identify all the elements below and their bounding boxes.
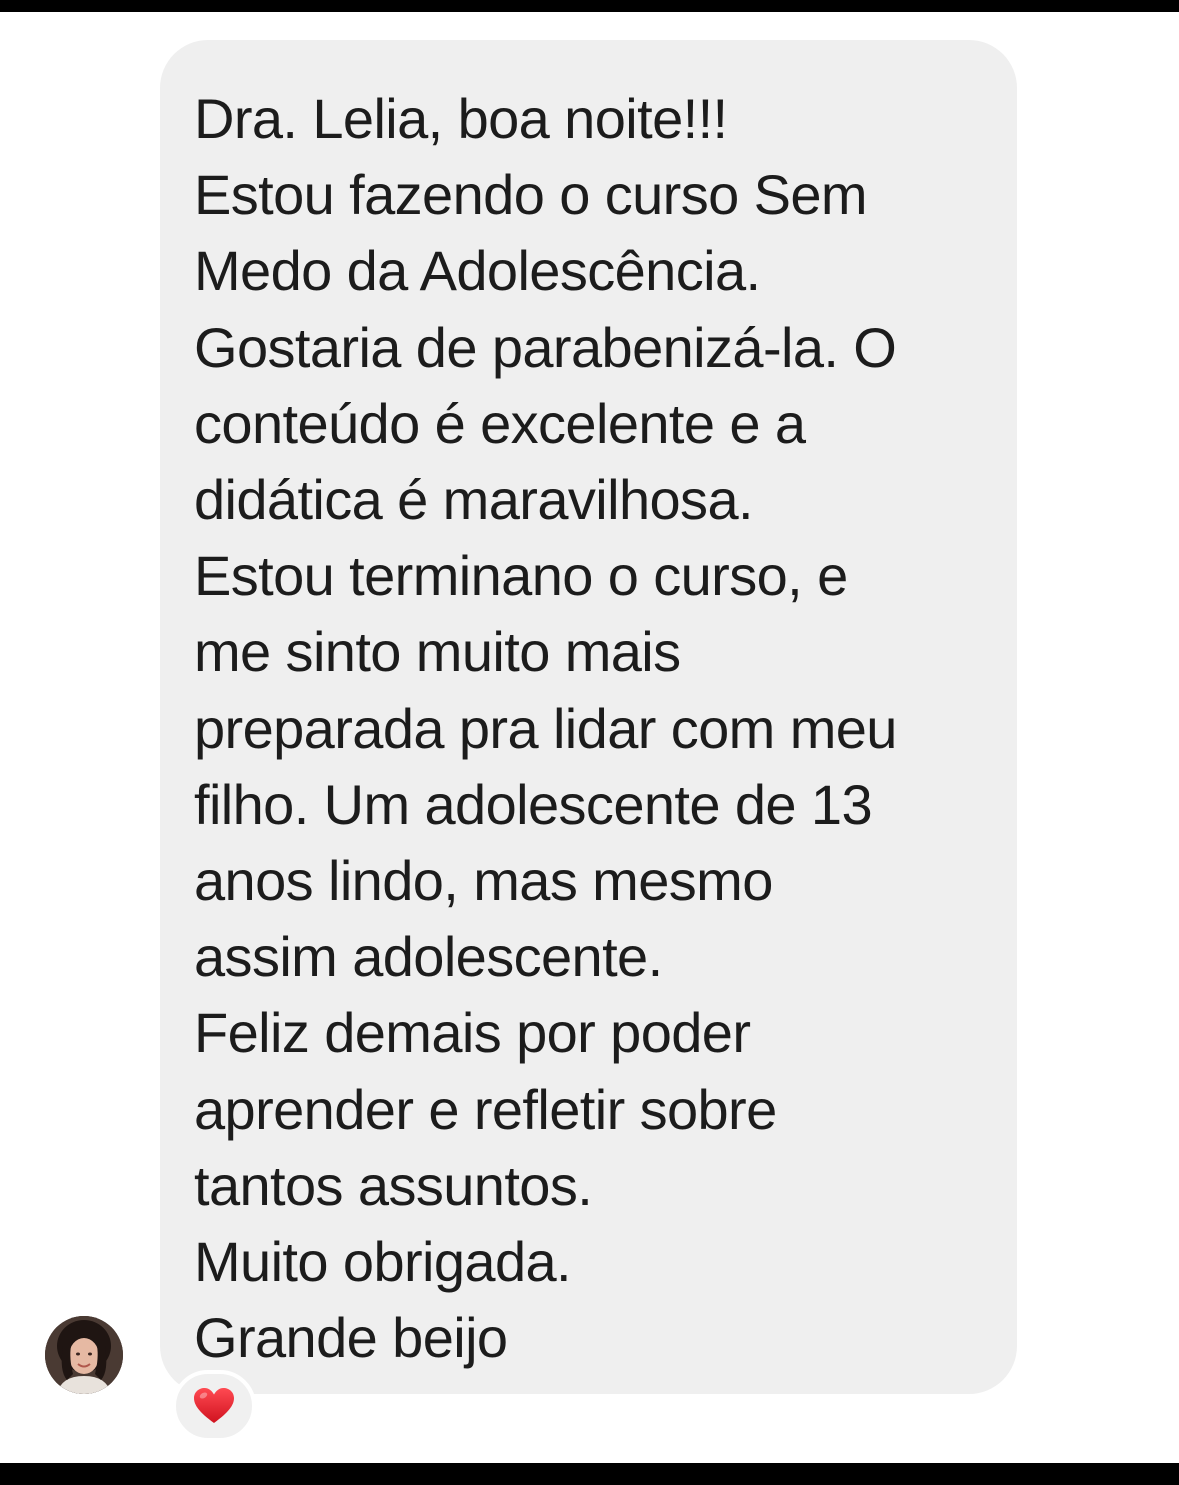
message-line: Medo da Adolescência.	[194, 239, 761, 303]
message-line: didática é maravilhosa.	[194, 468, 754, 532]
message-line: filho. Um adolescente de 13	[194, 772, 873, 836]
message-line: Muito obrigada.	[194, 1230, 572, 1294]
message-line-greeting: Dra. Lelia, boa noite!!!	[194, 87, 728, 150]
message-line-signoff: Grande beijo	[194, 1306, 508, 1370]
chat-screen: Dra. Lelia, boa noite!!! Estou fazendo o…	[0, 12, 1179, 1463]
message-line: assim adolescente.	[194, 925, 663, 989]
message-line: preparada pra lidar com meu	[194, 696, 897, 760]
sender-avatar[interactable]	[45, 1316, 123, 1394]
message-line: Feliz demais por poder	[194, 1001, 751, 1065]
red-heart-icon	[194, 1388, 234, 1423]
message-bubble[interactable]: Dra. Lelia, boa noite!!! Estou fazendo o…	[160, 40, 1017, 1394]
message-line: conteúdo é excelente e a	[194, 391, 806, 455]
reaction-badge[interactable]	[172, 1370, 256, 1442]
message-line: aprender e refletir sobre	[194, 1077, 777, 1141]
profile-photo-icon	[45, 1316, 123, 1394]
message-line: Gostaria de parabenizá-la. O	[194, 315, 897, 379]
message-line: anos lindo, mas mesmo	[194, 849, 773, 913]
message-line: Estou fazendo o curso Sem	[194, 163, 868, 227]
message-line: tantos assuntos.	[194, 1153, 593, 1217]
message-line: me sinto muito mais	[194, 620, 681, 684]
message-line: Estou terminano o curso, e	[194, 544, 848, 608]
